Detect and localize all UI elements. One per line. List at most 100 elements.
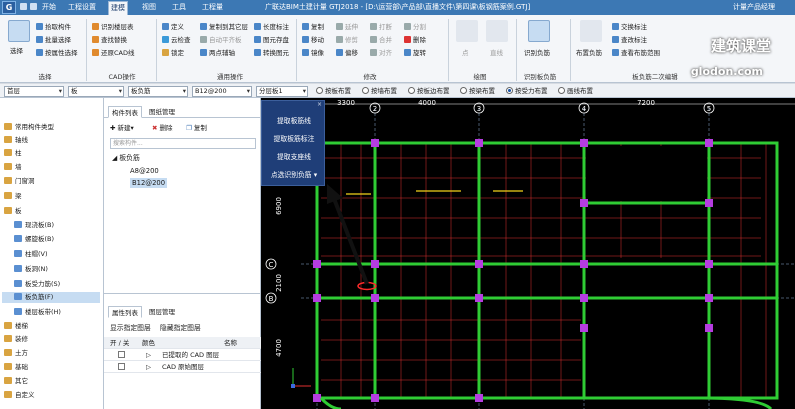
tree-item[interactable]: 螺旋板(B): [14, 234, 54, 245]
tab-drawing-manager[interactable]: 图纸管理: [146, 106, 178, 118]
radio-by-line[interactable]: 画线布置: [558, 87, 593, 95]
extend-button[interactable]: 延伸: [336, 21, 358, 31]
layer-toggle[interactable]: [118, 351, 125, 358]
cloud-check-button[interactable]: 云检查: [162, 34, 191, 44]
select-by-property-button[interactable]: 按属性选择: [36, 47, 78, 57]
tab-quantity[interactable]: 工程量: [200, 0, 225, 15]
tab-properties[interactable]: 属性列表: [108, 306, 142, 318]
radio-by-slab-edge[interactable]: 按板边布置: [408, 87, 450, 95]
swap-label-button[interactable]: 交换标注: [612, 21, 647, 31]
batch-select-button[interactable]: 批量选择: [36, 34, 71, 44]
folder-icon: [4, 349, 12, 356]
select-button[interactable]: [8, 20, 30, 42]
radio-by-slab[interactable]: 按板布置: [316, 87, 351, 95]
tree-item[interactable]: 柱帽(V): [14, 249, 48, 260]
floor-select[interactable]: 首层: [4, 86, 64, 97]
copy-component-button[interactable]: ❐ 复制: [186, 123, 207, 133]
define-button[interactable]: 定义: [162, 21, 184, 31]
tree-item[interactable]: 轴线: [4, 135, 28, 146]
radio-by-wall[interactable]: 按墙布置: [362, 87, 397, 95]
length-dim-button[interactable]: 长度标注: [254, 21, 289, 31]
delete-component-button[interactable]: ✖ 删除: [152, 123, 173, 133]
close-icon[interactable]: ×: [317, 101, 322, 108]
component-item-selected[interactable]: B12@200: [130, 178, 168, 188]
type-select[interactable]: 板负筋: [128, 86, 188, 97]
place-rebar-button[interactable]: [580, 20, 602, 42]
copy-to-floor-button[interactable]: 复制到其它层: [200, 21, 248, 31]
delete-button[interactable]: 删除: [404, 34, 426, 44]
point-identify-rebar-button[interactable]: 点选识别负筋 ▾: [262, 169, 326, 181]
restore-cad-line-button[interactable]: 还原CAD线: [92, 47, 135, 57]
offset-button[interactable]: 偏移: [336, 47, 358, 57]
layer-row[interactable]: ▷ 已提取的 CAD 图层: [104, 349, 261, 361]
tree-item[interactable]: 门窗洞: [4, 176, 35, 187]
extract-rebar-line-button[interactable]: 提取板筋线: [262, 115, 326, 127]
identify-rebar-button[interactable]: [528, 20, 550, 42]
radio-by-stress[interactable]: 按受力布置: [506, 87, 548, 95]
break-button[interactable]: 打断: [370, 21, 392, 31]
layer-select[interactable]: 分层板1: [256, 86, 308, 97]
tab-project-settings[interactable]: 工程设置: [66, 0, 98, 15]
show-layer-option[interactable]: 显示指定图层: [110, 323, 151, 333]
tree-item[interactable]: 土方: [4, 348, 28, 359]
pick-component-button[interactable]: 拾取构件: [36, 21, 71, 31]
spec-select[interactable]: B12@200: [192, 86, 252, 97]
tree-item[interactable]: 板受力筋(S): [14, 279, 60, 290]
account-menu[interactable]: 计量产品经理: [733, 0, 775, 15]
tree-item[interactable]: 其它: [4, 376, 28, 387]
tree-item[interactable]: 墙: [4, 162, 22, 173]
line-draw-button[interactable]: [486, 20, 508, 42]
drawing-canvas[interactable]: 1 2 3 4 5 C B 3300 4000 7200 6900 2100 4…: [261, 98, 795, 409]
new-button[interactable]: ✚ 新建▾: [110, 123, 134, 133]
copy-button[interactable]: 复制: [302, 21, 324, 31]
quick-save-icon[interactable]: [20, 3, 27, 10]
tab-component-list[interactable]: 构件列表: [108, 106, 142, 118]
split-button[interactable]: 分割: [404, 21, 426, 31]
tab-view[interactable]: 视图: [140, 0, 158, 15]
view-range-button[interactable]: 查看布筋范围: [612, 47, 660, 57]
tree-item[interactable]: 装修: [4, 334, 28, 345]
rotate-button[interactable]: 旋转: [404, 47, 426, 57]
trim-button[interactable]: 修剪: [336, 34, 358, 44]
tab-modeling[interactable]: 建模: [108, 1, 128, 15]
component-group[interactable]: ◢ 板负筋: [112, 153, 140, 163]
merge-button[interactable]: 合并: [370, 34, 392, 44]
tree-item[interactable]: 常用构件类型: [4, 122, 54, 133]
tab-start[interactable]: 开始: [40, 0, 58, 15]
tree-item[interactable]: 自定义: [4, 390, 35, 401]
point-draw-button[interactable]: [456, 20, 478, 42]
tree-item[interactable]: 楼层板带(H): [14, 307, 61, 318]
find-replace-button[interactable]: 查找替换: [92, 34, 127, 44]
layer-row[interactable]: ▷ CAD 原始图层: [104, 361, 261, 373]
two-point-axis-button[interactable]: 两点辅轴: [200, 47, 235, 57]
save-element-button[interactable]: 图元存盘: [254, 34, 289, 44]
tree-item[interactable]: 基础: [4, 362, 28, 373]
component-item[interactable]: A8@200: [130, 166, 159, 176]
hide-layer-option[interactable]: 隐藏指定图层: [160, 323, 201, 333]
floor-plan-drawing[interactable]: 1 2 3 4 5 C B 3300 4000 7200 6900 2100 4…: [261, 98, 795, 409]
tree-item[interactable]: 板洞(N): [14, 264, 48, 275]
align-button[interactable]: 对齐: [370, 47, 392, 57]
undo-icon[interactable]: [30, 3, 37, 10]
tree-item[interactable]: 梁: [4, 191, 22, 202]
tree-item[interactable]: 楼梯: [4, 321, 28, 332]
extract-rebar-label-button[interactable]: 提取板筋标注: [262, 133, 326, 145]
tree-item[interactable]: 柱: [4, 148, 22, 159]
component-search-input[interactable]: 搜索构件...: [110, 138, 256, 149]
move-button[interactable]: 移动: [302, 34, 324, 44]
tab-tools[interactable]: 工具: [170, 0, 188, 15]
tree-item[interactable]: 现浇板(B): [14, 220, 54, 231]
radio-by-beam[interactable]: 按梁布置: [460, 87, 495, 95]
layer-toggle[interactable]: [118, 363, 125, 370]
identify-floor-table-button[interactable]: 识别楼层表: [92, 21, 134, 31]
mirror-button[interactable]: 镜像: [302, 47, 324, 57]
extract-support-line-button[interactable]: 提取支座线: [262, 151, 326, 163]
tree-item-selected[interactable]: 板负筋(F): [2, 292, 100, 303]
tree-item[interactable]: 板: [4, 206, 22, 217]
tab-layer-manager[interactable]: 图层管理: [146, 306, 178, 318]
category-select[interactable]: 板: [68, 86, 124, 97]
lock-button[interactable]: 锁定: [162, 47, 184, 57]
check-label-button[interactable]: 查改标注: [612, 34, 647, 44]
auto-align-slab-button[interactable]: 自动平齐板: [200, 34, 242, 44]
convert-element-button[interactable]: 转换图元: [254, 47, 289, 57]
